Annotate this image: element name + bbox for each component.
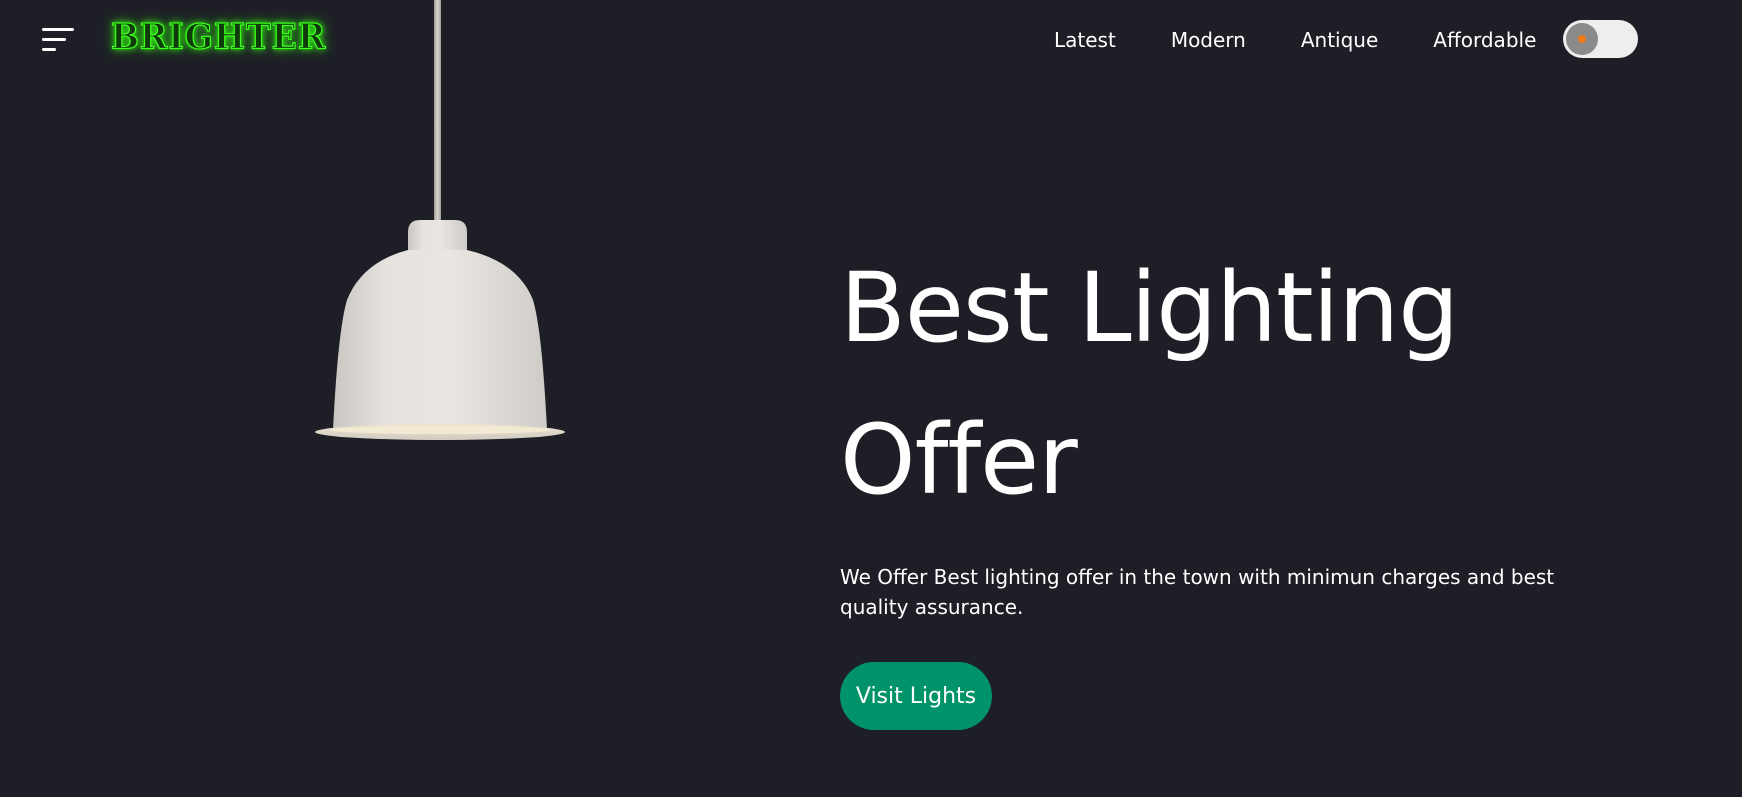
nav-link-latest[interactable]: Latest — [1054, 26, 1116, 54]
toggle-indicator-dot — [1578, 35, 1586, 43]
menu-line — [42, 28, 74, 31]
nav-link-modern[interactable]: Modern — [1171, 26, 1246, 54]
main-nav: Latest Modern Antique Affordable — [1054, 26, 1536, 54]
hero-title-line1: Best Lighting — [840, 252, 1459, 364]
hero-title: Best Lighting Offer — [840, 232, 1600, 536]
brand-logo[interactable]: BRIGHTER — [110, 18, 326, 54]
menu-line — [42, 48, 56, 51]
nav-link-affordable[interactable]: Affordable — [1433, 26, 1536, 54]
toggle-knob — [1566, 23, 1598, 55]
page: BRIGHTER Latest Modern Antique Affordabl… — [0, 0, 1742, 797]
hero-title-line2: Offer — [840, 404, 1078, 516]
lamp-shade — [333, 250, 547, 430]
lamp-rod — [434, 0, 441, 222]
pendant-lamp-image — [315, 0, 565, 440]
visit-lights-button[interactable]: Visit Lights — [840, 662, 992, 730]
nav-link-antique[interactable]: Antique — [1301, 26, 1378, 54]
hero-section: Best Lighting Offer We Offer Best lighti… — [840, 232, 1600, 730]
hamburger-menu-icon[interactable] — [42, 28, 74, 54]
theme-toggle[interactable] — [1563, 20, 1638, 58]
hero-description: We Offer Best lighting offer in the town… — [840, 565, 1555, 619]
menu-line — [42, 38, 66, 41]
lamp-glow — [330, 426, 550, 434]
lamp-neck — [408, 220, 467, 250]
